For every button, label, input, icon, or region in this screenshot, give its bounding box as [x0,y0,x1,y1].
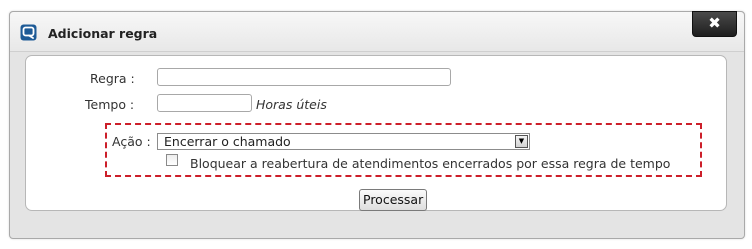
close-button[interactable]: ✖ [692,11,737,37]
app-logo-icon [20,24,37,41]
acao-label: Ação : [112,134,151,149]
bloquear-checkbox[interactable] [166,154,178,166]
tempo-label: Tempo : [85,97,135,112]
tempo-input[interactable] [157,94,252,112]
dialog-title: Adicionar regra [48,26,158,41]
tempo-hint: Horas úteis [256,97,327,112]
regra-input[interactable] [157,68,451,86]
dialog-titlebar: Adicionar regra [10,12,744,52]
regra-label: Regra : [90,71,135,86]
chevron-down-icon[interactable]: ▼ [515,135,528,148]
add-rule-dialog: Adicionar regra ✖ Regra : Tempo : Horas … [9,11,745,239]
acao-select[interactable]: Encerrar o chamado ▼ [157,133,530,150]
processar-button[interactable]: Processar [359,189,428,211]
acao-selected-value: Encerrar o chamado [164,134,291,149]
form-panel: Regra : Tempo : Horas úteis Ação : Encer… [25,55,727,211]
close-icon[interactable]: ✖ [708,14,721,32]
bloquear-label[interactable]: Bloquear a reabertura de atendimentos en… [190,156,670,171]
